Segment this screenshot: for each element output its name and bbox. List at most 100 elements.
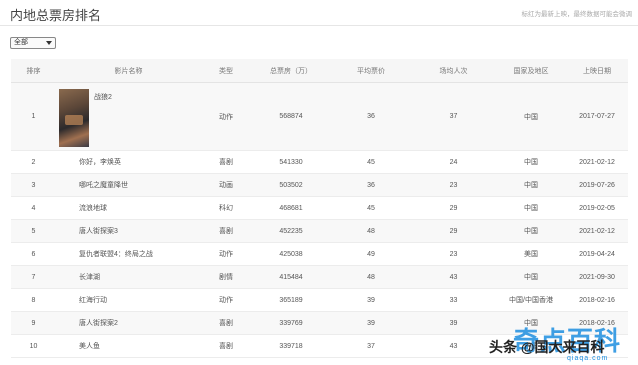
type-cell: 喜剧 xyxy=(219,343,233,350)
col-header-name[interactable]: 影片名称 xyxy=(56,59,201,82)
box-office-cell: 425038 xyxy=(279,250,303,258)
movie-name-link[interactable]: 流浪地球 xyxy=(56,197,201,219)
rank-cell: 10 xyxy=(29,342,38,350)
avg-price-cell: 48 xyxy=(367,227,375,235)
table-row[interactable]: 4 流浪地球 科幻 468681 45 29 中国 2019-02-05 xyxy=(11,197,628,220)
table-row[interactable]: 3 哪吒之魔童降世 动画 503502 36 23 中国 2019-07-26 xyxy=(11,174,628,197)
avg-attendance-cell: 24 xyxy=(449,158,458,166)
box-office-cell: 415484 xyxy=(279,273,303,281)
rank-cell: 9 xyxy=(31,319,36,327)
movie-name-link[interactable]: 哪吒之魔童降世 xyxy=(56,174,201,196)
movie-poster[interactable] xyxy=(59,89,89,147)
watermark-site: qiaqa.com xyxy=(567,355,609,362)
avg-attendance-cell: 29 xyxy=(449,204,458,212)
table-header: 排序 影片名称 类型 总票房（万） 平均票价 场均人次 国家及地区 上映日期 xyxy=(11,59,628,83)
country-cell: 中国 xyxy=(524,113,538,121)
type-cell: 喜剧 xyxy=(219,228,233,235)
rank-cell: 5 xyxy=(31,227,36,235)
watermark-author: 头条 @国大来百科 xyxy=(489,339,605,355)
release-date-cell: 2018-02-16 xyxy=(579,296,615,304)
avg-price-cell: 45 xyxy=(367,204,375,212)
release-date-cell: 2019-02-05 xyxy=(579,204,615,212)
release-date-cell: 2021-02-12 xyxy=(579,158,615,166)
rank-cell: 1 xyxy=(31,113,36,120)
avg-price-cell: 36 xyxy=(367,181,375,189)
table-row[interactable]: 5 唐人街探案3 喜剧 452235 48 29 中国 2021-02-12 xyxy=(11,220,628,243)
movie-name-link[interactable]: 唐人街探案2 xyxy=(56,312,201,334)
type-cell: 喜剧 xyxy=(219,159,233,166)
rank-cell: 7 xyxy=(31,273,36,281)
avg-attendance-cell: 43 xyxy=(449,342,458,350)
rank-cell: 3 xyxy=(31,181,36,189)
chevron-down-icon xyxy=(46,41,52,45)
box-office-cell: 339718 xyxy=(279,342,303,350)
header-bar: 内地总票房排名 标红为最新上映，最终数据可能会微调 xyxy=(0,0,638,26)
box-office-table: 排序 影片名称 类型 总票房（万） 平均票价 场均人次 国家及地区 上映日期 1… xyxy=(11,59,628,358)
avg-price-cell: 39 xyxy=(367,319,375,327)
country-cell: 美国 xyxy=(524,251,538,258)
avg-attendance-cell: 37 xyxy=(449,113,458,120)
col-header-box-office[interactable]: 总票房（万） xyxy=(251,59,331,82)
col-header-release-date[interactable]: 上映日期 xyxy=(566,59,628,82)
col-header-rank[interactable]: 排序 xyxy=(11,59,56,82)
box-office-cell: 339769 xyxy=(279,319,303,327)
type-cell: 科幻 xyxy=(219,205,233,212)
movie-name-link[interactable]: 复仇者联盟4：终局之战 xyxy=(56,243,201,265)
col-header-avg-price[interactable]: 平均票价 xyxy=(331,59,411,82)
table-row[interactable]: 8 红海行动 动作 365189 39 33 中国/中国香港 2018-02-1… xyxy=(11,289,628,312)
avg-attendance-cell: 23 xyxy=(449,181,458,189)
avg-attendance-cell: 23 xyxy=(449,250,458,258)
table-row[interactable]: 7 长津湖 剧情 415484 48 43 中国 2021-09-30 xyxy=(11,266,628,289)
release-date-cell: 2019-07-26 xyxy=(579,181,615,189)
avg-price-cell: 48 xyxy=(367,273,375,281)
type-cell: 动作 xyxy=(219,297,233,304)
box-office-cell: 468681 xyxy=(279,204,303,212)
avg-attendance-cell: 39 xyxy=(449,319,458,327)
box-office-cell: 541330 xyxy=(279,158,303,166)
type-cell: 剧情 xyxy=(219,274,233,281)
col-header-type[interactable]: 类型 xyxy=(201,59,251,82)
type-cell: 动作 xyxy=(219,113,233,121)
country-cell: 中国 xyxy=(524,159,538,166)
movie-name-link[interactable]: 唐人街探案3 xyxy=(56,220,201,242)
table-row[interactable]: 2 你好，李焕英 喜剧 541330 45 24 中国 2021-02-12 xyxy=(11,151,628,174)
box-office-cell: 503502 xyxy=(279,181,303,189)
movie-name-link[interactable]: 战狼2 xyxy=(94,92,112,102)
page-title: 内地总票房排名 xyxy=(10,8,102,23)
rank-cell: 4 xyxy=(31,204,36,212)
box-office-cell: 568874 xyxy=(279,113,303,120)
release-date-cell: 2017-07-27 xyxy=(579,113,615,120)
box-office-cell: 452235 xyxy=(279,227,303,235)
avg-attendance-cell: 43 xyxy=(449,273,458,281)
country-cell: 中国 xyxy=(524,274,538,281)
country-cell: 中国 xyxy=(524,228,538,235)
update-notice: 标红为最新上映，最终数据可能会微调 xyxy=(521,11,633,18)
table-row[interactable]: 6 复仇者联盟4：终局之战 动作 425038 49 23 美国 2019-04… xyxy=(11,243,628,266)
col-header-avg-attendance[interactable]: 场均人次 xyxy=(411,59,496,82)
box-office-cell: 365189 xyxy=(279,296,303,304)
table-row[interactable]: 1 战狼2 动作 568874 36 37 中国 2017-07-27 xyxy=(11,83,628,151)
avg-attendance-cell: 33 xyxy=(449,296,458,304)
type-cell: 喜剧 xyxy=(219,320,233,327)
col-header-country[interactable]: 国家及地区 xyxy=(496,59,566,82)
movie-name-link[interactable]: 红海行动 xyxy=(56,289,201,311)
movie-name-link[interactable]: 美人鱼 xyxy=(56,335,201,357)
release-date-cell: 2019-04-24 xyxy=(579,250,615,258)
type-cell: 动作 xyxy=(219,251,233,258)
avg-attendance-cell: 29 xyxy=(449,227,458,235)
movie-name-link[interactable]: 长津湖 xyxy=(56,266,201,288)
type-cell: 动画 xyxy=(219,182,233,189)
avg-price-cell: 37 xyxy=(367,342,375,350)
country-cell: 中国/中国香港 xyxy=(509,297,553,304)
category-select[interactable]: 全部 xyxy=(10,37,56,49)
rank-cell: 6 xyxy=(31,250,36,258)
avg-price-cell: 45 xyxy=(367,158,375,166)
rank-cell: 8 xyxy=(31,296,36,304)
avg-price-cell: 36 xyxy=(367,113,375,120)
country-cell: 中国 xyxy=(524,205,538,212)
avg-price-cell: 49 xyxy=(367,250,375,258)
category-select-value: 全部 xyxy=(14,39,28,46)
country-cell: 中国 xyxy=(524,182,538,189)
movie-name-link[interactable]: 你好，李焕英 xyxy=(56,151,201,173)
rank-cell: 2 xyxy=(31,158,36,166)
